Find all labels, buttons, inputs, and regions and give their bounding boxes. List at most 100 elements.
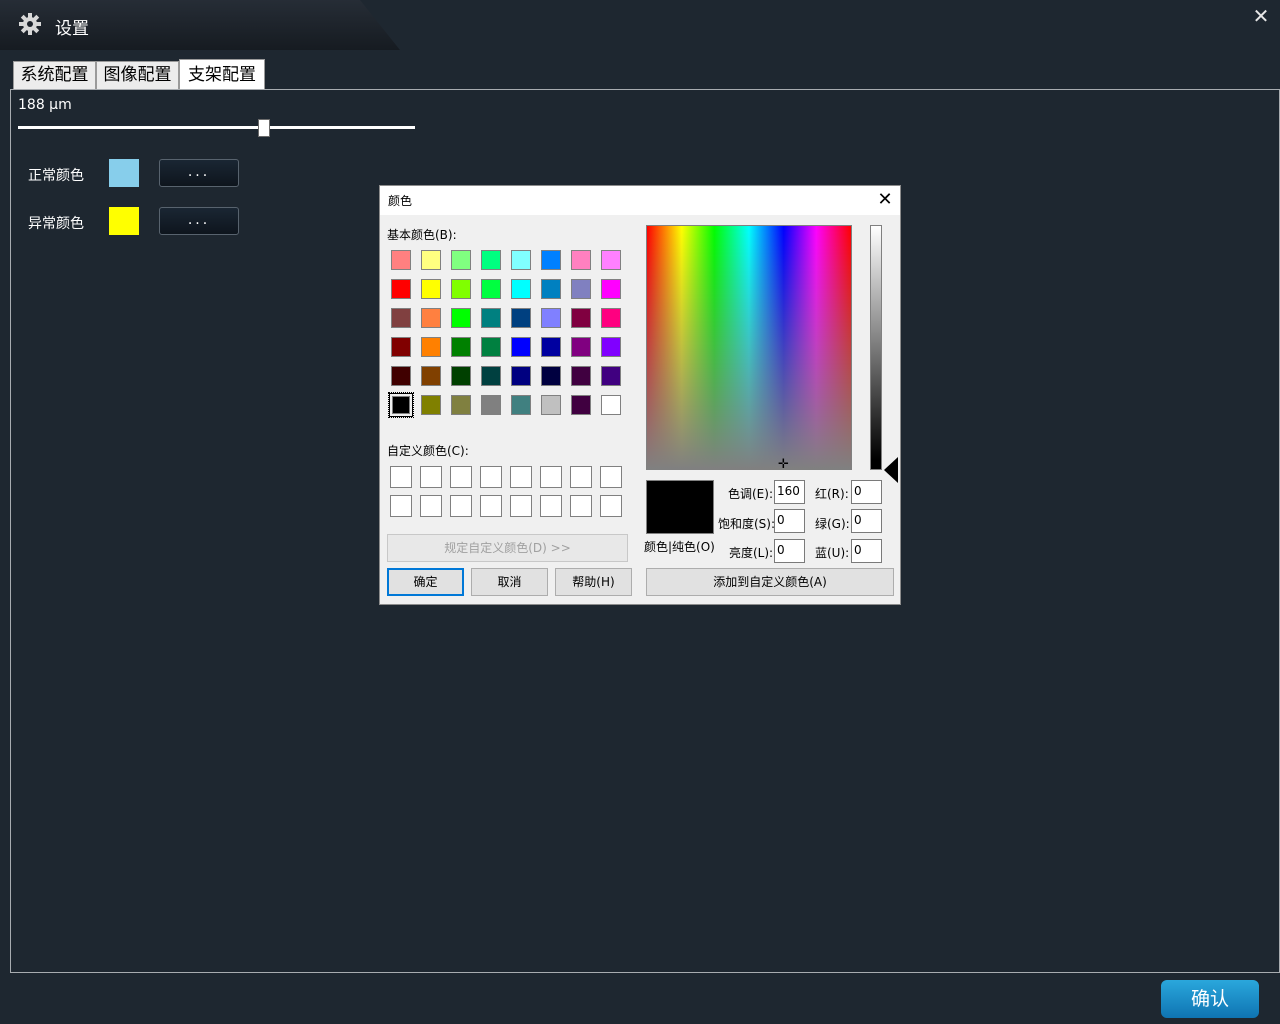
custom-color-swatch[interactable]	[600, 495, 622, 517]
basic-color-swatch[interactable]	[509, 277, 533, 301]
color-dialog: 颜色 ✕ 基本颜色(B): 自定义颜色(C): 规定自定义颜色(D) >> 确定…	[379, 185, 901, 605]
basic-color-swatch[interactable]	[419, 393, 443, 417]
saturation-field[interactable]: 0	[774, 509, 805, 533]
basic-color-swatch[interactable]	[419, 364, 443, 388]
basic-color-swatch[interactable]	[509, 393, 533, 417]
blue-field[interactable]: 0	[851, 539, 882, 563]
basic-color-swatch[interactable]	[599, 364, 623, 388]
custom-color-swatch[interactable]	[480, 495, 502, 517]
luminosity-arrow-icon[interactable]	[884, 457, 898, 483]
stent-size-slider-track[interactable]	[18, 126, 415, 129]
close-icon[interactable]: ✕	[1249, 4, 1273, 28]
basic-color-fill	[421, 395, 441, 415]
settings-window: 设置 ✕ 系统配置 图像配置 支架配置 188 μm 正常颜色 ... 异常颜色…	[0, 0, 1280, 1024]
basic-color-swatch[interactable]	[479, 393, 503, 417]
basic-color-swatch[interactable]	[509, 248, 533, 272]
basic-color-swatch[interactable]	[539, 306, 563, 330]
gear-icon	[18, 12, 42, 36]
basic-color-swatch[interactable]	[479, 277, 503, 301]
luminosity-bar[interactable]	[870, 225, 882, 470]
custom-color-swatch[interactable]	[450, 466, 472, 488]
basic-color-swatch[interactable]	[539, 393, 563, 417]
basic-color-swatch[interactable]	[449, 306, 473, 330]
basic-color-fill	[391, 366, 411, 386]
custom-color-swatch[interactable]	[390, 466, 412, 488]
tab-stent-config[interactable]: 支架配置	[179, 59, 265, 90]
normal-color-swatch	[109, 159, 139, 187]
custom-color-swatch[interactable]	[510, 495, 532, 517]
crosshair-icon: ✛	[778, 457, 789, 472]
basic-color-swatch[interactable]	[449, 335, 473, 359]
custom-color-swatch[interactable]	[390, 495, 412, 517]
basic-color-swatch[interactable]	[599, 393, 623, 417]
tab-image-config[interactable]: 图像配置	[96, 61, 179, 89]
basic-color-swatch[interactable]	[539, 277, 563, 301]
abnormal-color-pick-button[interactable]: ...	[159, 207, 239, 235]
basic-color-swatch[interactable]	[509, 335, 533, 359]
basic-color-swatch[interactable]	[449, 277, 473, 301]
basic-color-swatch[interactable]	[539, 364, 563, 388]
custom-color-swatch[interactable]	[510, 466, 532, 488]
basic-color-swatch[interactable]	[419, 335, 443, 359]
basic-color-fill	[511, 337, 531, 357]
hue-field[interactable]: 160	[774, 480, 805, 504]
custom-color-swatch[interactable]	[540, 466, 562, 488]
cancel-button[interactable]: 取消	[471, 568, 548, 596]
tab-system-config[interactable]: 系统配置	[13, 61, 96, 89]
custom-color-swatch[interactable]	[570, 495, 592, 517]
basic-color-swatch[interactable]	[539, 335, 563, 359]
custom-color-swatch[interactable]	[570, 466, 592, 488]
custom-color-swatch[interactable]	[540, 495, 562, 517]
basic-color-swatch[interactable]	[449, 248, 473, 272]
basic-color-swatch[interactable]	[569, 248, 593, 272]
blue-label: 蓝(U):	[815, 546, 850, 560]
basic-color-swatch[interactable]	[389, 335, 413, 359]
stent-size-slider-handle[interactable]	[258, 119, 271, 137]
basic-color-swatch[interactable]	[389, 248, 413, 272]
green-field[interactable]: 0	[851, 509, 882, 533]
dialog-close-icon[interactable]: ✕	[874, 189, 896, 211]
basic-color-swatch[interactable]	[599, 306, 623, 330]
basic-color-swatch[interactable]	[449, 393, 473, 417]
ok-button[interactable]: 确定	[387, 568, 464, 596]
basic-color-swatch[interactable]	[389, 364, 413, 388]
saturation-label: 饱和度(S):	[718, 517, 776, 531]
normal-color-pick-button[interactable]: ...	[159, 159, 239, 187]
basic-color-swatch[interactable]	[419, 277, 443, 301]
basic-color-swatch[interactable]	[569, 277, 593, 301]
basic-color-swatch[interactable]	[509, 306, 533, 330]
basic-color-swatch[interactable]	[479, 335, 503, 359]
custom-color-swatch[interactable]	[480, 466, 502, 488]
basic-color-swatch[interactable]	[389, 306, 413, 330]
basic-color-swatch[interactable]	[539, 248, 563, 272]
basic-color-swatch[interactable]	[509, 364, 533, 388]
basic-color-fill	[451, 395, 471, 415]
basic-color-swatch[interactable]	[569, 393, 593, 417]
color-spectrum[interactable]	[646, 225, 852, 470]
luminosity-field[interactable]: 0	[774, 539, 805, 563]
custom-color-swatch[interactable]	[600, 466, 622, 488]
basic-color-swatch[interactable]	[569, 335, 593, 359]
custom-color-swatch[interactable]	[450, 495, 472, 517]
basic-color-swatch[interactable]	[599, 248, 623, 272]
basic-color-swatch[interactable]	[388, 392, 414, 418]
basic-color-swatch[interactable]	[479, 364, 503, 388]
basic-color-swatch[interactable]	[569, 364, 593, 388]
basic-color-swatch[interactable]	[479, 306, 503, 330]
basic-color-swatch[interactable]	[419, 248, 443, 272]
help-button[interactable]: 帮助(H)	[555, 568, 632, 596]
basic-color-swatch[interactable]	[599, 335, 623, 359]
red-label: 红(R):	[815, 487, 849, 501]
custom-color-swatch[interactable]	[420, 466, 442, 488]
confirm-button[interactable]: 确认	[1161, 980, 1259, 1018]
custom-color-swatch[interactable]	[420, 495, 442, 517]
red-field[interactable]: 0	[851, 480, 882, 504]
add-to-custom-colors-button[interactable]: 添加到自定义颜色(A)	[646, 568, 894, 596]
basic-color-swatch[interactable]	[479, 248, 503, 272]
basic-color-swatch[interactable]	[419, 306, 443, 330]
basic-color-swatch[interactable]	[389, 277, 413, 301]
define-custom-colors-button[interactable]: 规定自定义颜色(D) >>	[387, 534, 628, 562]
basic-color-swatch[interactable]	[569, 306, 593, 330]
basic-color-swatch[interactable]	[599, 277, 623, 301]
basic-color-swatch[interactable]	[449, 364, 473, 388]
